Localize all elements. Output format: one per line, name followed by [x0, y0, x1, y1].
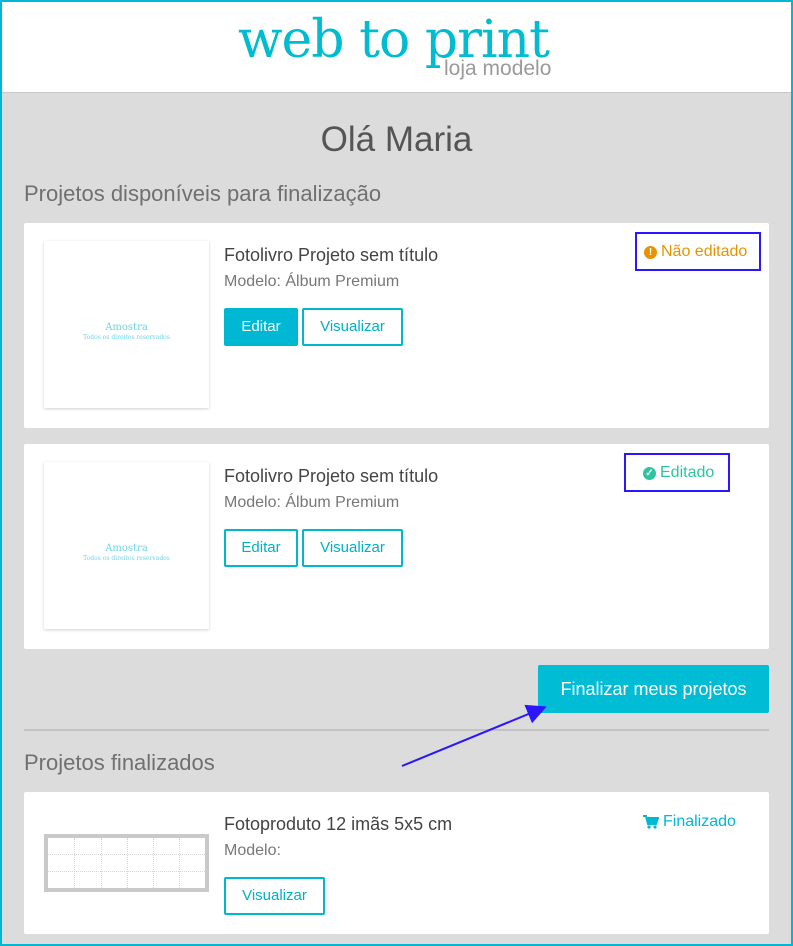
exclamation-icon: ! [644, 245, 657, 259]
logo-sub-text: loja modelo [444, 57, 552, 80]
watermark-subtitle: Todos os direitos reservados [83, 334, 170, 341]
divider [24, 729, 769, 731]
view-button[interactable]: Visualizar [302, 529, 403, 567]
header: web to print loja modelo [2, 2, 791, 93]
project-title: Fotolivro Projeto sem título [224, 466, 439, 486]
status-badge: ✓ Editado [643, 463, 714, 483]
status-badge: Finalizado [643, 812, 736, 832]
edit-button[interactable]: Editar [224, 308, 298, 346]
project-model: Modelo: Álbum Premium [224, 273, 400, 290]
available-section-title: Projetos disponíveis para finalização [24, 181, 382, 206]
project-model: Modelo: [224, 842, 281, 859]
project-thumbnail[interactable] [44, 834, 209, 892]
project-card: Fotoproduto 12 imãs 5x5 cm Modelo: Visua… [24, 792, 769, 934]
logo[interactable]: web to print loja modelo [238, 8, 568, 88]
project-card: Amostra Todos os direitos reservados Fot… [24, 223, 769, 428]
cart-icon [643, 815, 659, 829]
project-thumbnail[interactable]: Amostra Todos os direitos reservados [44, 462, 209, 629]
project-title: Fotoproduto 12 imãs 5x5 cm [224, 814, 453, 834]
status-text: Editado [660, 464, 715, 481]
watermark-title: Amostra [105, 322, 148, 333]
view-button[interactable]: Visualizar [224, 877, 325, 915]
page-title: Olá Maria [320, 120, 473, 159]
check-icon: ✓ [643, 466, 656, 480]
project-card: Amostra Todos os direitos reservados Fot… [24, 444, 769, 649]
project-title: Fotolivro Projeto sem título [224, 245, 439, 265]
finalize-projects-button[interactable]: Finalizar meus projetos [538, 665, 769, 713]
status-text: Finalizado [663, 813, 736, 830]
project-model: Modelo: Álbum Premium [224, 494, 400, 511]
status-badge: ! Não editado [644, 242, 747, 262]
edit-button[interactable]: Editar [224, 529, 298, 567]
project-thumbnail[interactable]: Amostra Todos os direitos reservados [44, 241, 209, 408]
status-text: Não editado [661, 243, 748, 260]
view-button[interactable]: Visualizar [302, 308, 403, 346]
watermark-subtitle: Todos os direitos reservados [83, 555, 170, 562]
watermark-title: Amostra [105, 543, 148, 554]
finished-section-title: Projetos finalizados [24, 750, 215, 775]
